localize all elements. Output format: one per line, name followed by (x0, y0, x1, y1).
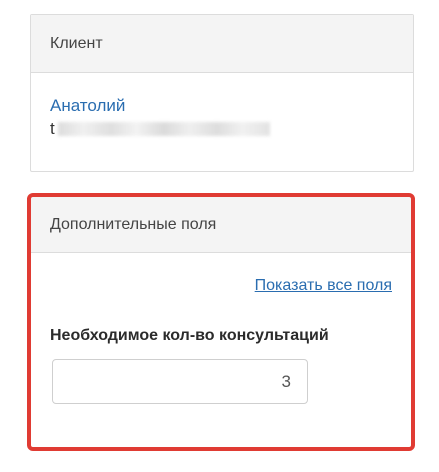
extra-fields-panel: Дополнительные поля Показать все поля Не… (31, 197, 411, 447)
client-name-link[interactable]: Анатолий (50, 96, 125, 116)
extra-fields-title: Дополнительные поля (31, 197, 411, 253)
redacted-phone-blur (57, 122, 270, 136)
consultations-count-input[interactable] (52, 359, 308, 404)
consultations-count-label: Необходимое кол-во консультаций (50, 327, 329, 344)
client-panel-title: Клиент (31, 15, 413, 73)
client-phone: t (50, 119, 55, 138)
client-panel-body: Анатолий t (31, 73, 413, 139)
client-panel: Клиент Анатолий t (30, 14, 414, 172)
client-phone-row: t (50, 119, 394, 139)
show-all-fields-link[interactable]: Показать все поля (255, 277, 392, 295)
